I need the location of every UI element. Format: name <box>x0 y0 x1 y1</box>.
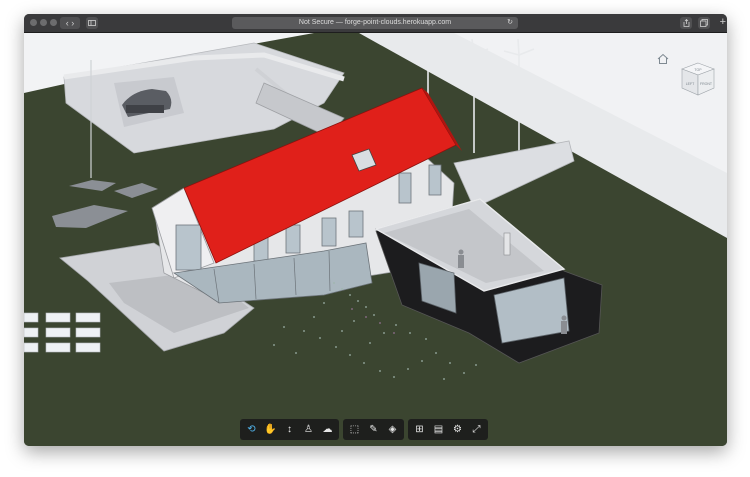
address-bar[interactable]: Not Secure — forge-point-clouds.herokuap… <box>232 17 518 29</box>
tabs-icon <box>700 19 708 27</box>
pan-tool-button[interactable]: ✋ <box>261 419 280 440</box>
measure-tool-button[interactable]: ✎ <box>364 419 383 440</box>
settings-tools-group: ⊞ ▤ ⚙ ⤢ <box>408 419 488 440</box>
fullscreen-icon: ⤢ <box>472 424 481 435</box>
viewcube-front-label: FRONT <box>700 82 713 86</box>
sidebar-toggle-button[interactable] <box>86 17 98 29</box>
navigation-tools-group: ⟲ ✋ ↕ ♙ ☁ <box>240 419 339 440</box>
forge-viewer-canvas[interactable]: TOP LEFT FRONT ⟲ ✋ ↕ ♙ ☁ ⬚ ✎ ◈ ⊞ ▤ ⚙ ⤢ <box>24 33 727 446</box>
explode-tool-button[interactable]: ⬚ <box>345 419 364 440</box>
model-browser-button[interactable]: ⊞ <box>410 419 429 440</box>
forward-icon[interactable]: › <box>71 18 74 28</box>
viewcube[interactable]: TOP LEFT FRONT <box>680 61 716 97</box>
back-icon[interactable]: ‹ <box>66 18 69 28</box>
viewcube-top-label: TOP <box>694 68 702 72</box>
sidebar-icon <box>88 20 96 26</box>
orbit-tool-button[interactable]: ⟲ <box>242 419 261 440</box>
thumbnail-grid[interactable] <box>24 312 101 353</box>
model-scene[interactable] <box>24 33 727 446</box>
close-window-button[interactable] <box>30 19 37 26</box>
viewcube-left-label: LEFT <box>686 82 695 86</box>
properties-icon: ▤ <box>433 424 444 435</box>
camera-icon: ☁ <box>322 424 333 435</box>
section-icon: ◈ <box>388 424 397 435</box>
share-icon <box>683 18 689 27</box>
tabs-overview-button[interactable] <box>698 17 710 29</box>
share-button[interactable] <box>680 17 692 29</box>
zoom-window-button[interactable] <box>50 19 57 26</box>
camera-tool-button[interactable]: ☁ <box>318 419 337 440</box>
settings-button[interactable]: ⚙ <box>448 419 467 440</box>
fullscreen-button[interactable]: ⤢ <box>467 419 486 440</box>
new-tab-button[interactable]: + <box>720 16 726 28</box>
address-text: Not Secure — forge-point-clouds.herokuap… <box>298 19 452 26</box>
first-person-icon: ♙ <box>304 424 313 435</box>
zoom-tool-button[interactable]: ↕ <box>280 419 299 440</box>
zoom-icon: ↕ <box>287 424 292 435</box>
back-forward-buttons[interactable]: ‹ › <box>60 17 80 29</box>
browser-titlebar: ‹ › Not Secure — forge-point-clouds.hero… <box>24 14 727 33</box>
section-tool-button[interactable]: ◈ <box>383 419 402 440</box>
home-icon[interactable] <box>657 53 669 65</box>
viewer-toolbar: ⟲ ✋ ↕ ♙ ☁ ⬚ ✎ ◈ ⊞ ▤ ⚙ ⤢ <box>240 419 488 440</box>
reload-icon[interactable]: ↻ <box>506 19 514 27</box>
modeling-tools-group: ⬚ ✎ ◈ <box>343 419 404 440</box>
properties-button[interactable]: ▤ <box>429 419 448 440</box>
browser-window: ‹ › Not Secure — forge-point-clouds.hero… <box>24 14 727 446</box>
model-browser-icon: ⊞ <box>415 424 424 435</box>
first-person-tool-button[interactable]: ♙ <box>299 419 318 440</box>
minimize-window-button[interactable] <box>40 19 47 26</box>
explode-icon: ⬚ <box>349 424 360 435</box>
measure-icon: ✎ <box>369 424 378 435</box>
pan-icon: ✋ <box>264 424 277 435</box>
settings-icon: ⚙ <box>453 424 462 435</box>
orbit-icon: ⟲ <box>247 424 256 435</box>
